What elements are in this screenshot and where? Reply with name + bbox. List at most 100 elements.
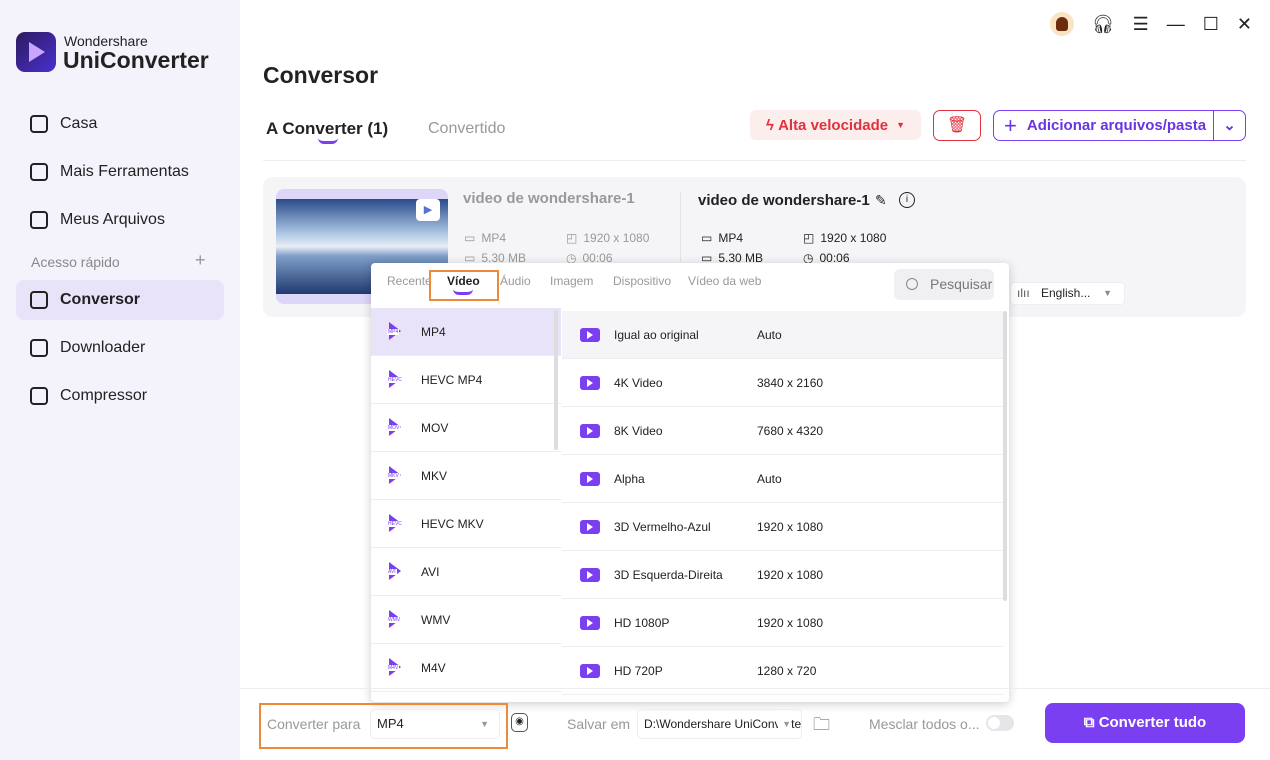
edit-icon[interactable]: ✎ xyxy=(875,192,887,209)
value: MP4 xyxy=(481,231,507,245)
format-picker-popup: Recente Vídeo Áudio Imagem Dispositivo Vídeo … xyxy=(371,263,1009,702)
format-item[interactable]: HEVC HEVC MP4 xyxy=(371,356,561,404)
nav-label: Meus Arquivos xyxy=(60,211,165,228)
add-quick-access-icon[interactable]: + xyxy=(195,250,206,271)
convert-to-value: MP4 xyxy=(377,716,404,731)
convert-all-button[interactable]: ⧉ Converter tudo xyxy=(1045,703,1245,743)
source-file-name: video de wondershare-1 xyxy=(463,190,635,207)
minimize-icon[interactable]: — xyxy=(1167,14,1185,35)
popup-tab[interactable]: Áudio xyxy=(500,274,531,288)
preset-list-scrollbar[interactable] xyxy=(1003,311,1007,601)
format-item[interactable]: MP4 MP4 xyxy=(371,308,561,356)
value: 1920 x 1080 xyxy=(583,231,650,245)
save-path-select[interactable]: D:\Wondershare UniConverter ▼ xyxy=(637,709,802,739)
popup-tab[interactable]: Recente xyxy=(387,274,432,288)
window-controls: 🎧︎ ☰ — ☐ ✕ xyxy=(1049,12,1252,36)
info-icon[interactable]: i xyxy=(899,192,915,208)
video-icon xyxy=(580,375,600,390)
video-icon xyxy=(580,423,600,438)
audio-track-select[interactable]: English... ılıı ▼ xyxy=(1010,282,1125,305)
format-label: MOV xyxy=(421,420,449,435)
convert-to-label: Converter para xyxy=(267,716,361,732)
settings-icon[interactable]: ◉ xyxy=(511,713,528,732)
delete-button[interactable]: 🗑︎ xyxy=(933,110,981,141)
format-label: MKV xyxy=(421,468,448,483)
format-item[interactable]: AVI AVI xyxy=(371,548,561,596)
format-item[interactable]: HEVC HEVC MKV xyxy=(371,500,561,548)
format-badge: WMV xyxy=(387,616,402,623)
avatar[interactable] xyxy=(1049,12,1074,36)
popup-tab[interactable]: Vídeo da web xyxy=(688,274,761,288)
video-icon xyxy=(580,567,600,582)
headset-icon[interactable]: 🎧︎ xyxy=(1092,14,1115,35)
format-item[interactable]: MKV MKV xyxy=(371,452,561,500)
format-item[interactable]: M4V M4V xyxy=(371,644,561,692)
target-file-name: video de wondershare-1 xyxy=(698,192,870,209)
sidebar-item-casa[interactable]: Casa xyxy=(16,104,224,144)
files-icon xyxy=(30,211,48,229)
preset-item[interactable]: Alpha Auto xyxy=(562,455,1003,503)
home-icon xyxy=(30,115,48,133)
format-icon: MOV xyxy=(387,417,407,438)
converter-icon xyxy=(30,291,48,309)
format-icon: M4V xyxy=(387,657,407,678)
search-input[interactable]: Pesquisar xyxy=(894,269,994,300)
format-icon: AVI xyxy=(387,561,407,582)
maximize-icon[interactable]: ☐ xyxy=(1203,14,1219,35)
convert-all-label: Converter tudo xyxy=(1098,714,1207,731)
sidebar-item-meus-arquivos[interactable]: Meus Arquivos xyxy=(16,200,224,240)
sidebar-item-downloader[interactable]: Downloader xyxy=(16,328,224,368)
preset-item[interactable]: HD 1080P 1920 x 1080 xyxy=(562,599,1003,647)
caret-down-icon: ▼ xyxy=(1103,288,1112,298)
sidebar-item-conversor[interactable]: Conversor xyxy=(16,280,224,320)
tab-convertido[interactable]: Convertido xyxy=(428,120,505,138)
popup-tab[interactable]: Imagem xyxy=(550,274,593,288)
format-list-scrollbar[interactable] xyxy=(554,310,558,450)
high-speed-button[interactable]: ϟ Alta velocidade ▼ xyxy=(750,110,921,140)
sidebar-item-mais-ferramentas[interactable]: Mais Ferramentas xyxy=(16,152,224,192)
format-label: MP4 xyxy=(421,324,446,339)
nav-label: Casa xyxy=(60,115,98,132)
preset-item[interactable]: 3D Vermelho-Azul 1920 x 1080 xyxy=(562,503,1003,551)
target-resolution: ◰ 1920 x 1080 xyxy=(803,231,886,245)
menu-icon[interactable]: ☰ xyxy=(1133,14,1149,35)
download-icon xyxy=(30,339,48,357)
format-item[interactable]: WMV WMV xyxy=(371,596,561,644)
preset-name: 8K Video xyxy=(614,423,663,438)
save-to-label: Salvar em xyxy=(567,716,631,732)
target-format: ▭ MP4 xyxy=(701,231,743,245)
preset-name: 3D Esquerda-Direita xyxy=(614,567,723,582)
preset-name: HD 720P xyxy=(614,663,663,678)
format-icon: MP4 xyxy=(387,321,407,342)
popup-tab[interactable]: Dispositivo xyxy=(613,274,671,288)
preset-item[interactable]: 4K Video 3840 x 2160 xyxy=(562,359,1003,407)
video-icon xyxy=(580,519,600,534)
tab-a-converter[interactable]: A Converter (1) xyxy=(266,119,388,139)
format-icon: WMV xyxy=(387,609,407,630)
preset-name: 3D Vermelho-Azul xyxy=(614,519,711,534)
convert-to-select[interactable]: MP4 ▼ xyxy=(370,709,500,739)
caret-down-icon: ▼ xyxy=(896,120,906,130)
play-icon[interactable]: ▶ xyxy=(416,199,440,221)
format-icon: HEVC xyxy=(387,513,407,534)
merge-toggle[interactable] xyxy=(986,715,1014,731)
preset-resolution: Auto xyxy=(757,327,782,342)
folder-icon[interactable]: 🗀 xyxy=(813,712,830,741)
chevron-down-icon[interactable]: ⌄ xyxy=(1213,111,1245,140)
format-label: HEVC MKV xyxy=(421,516,484,531)
format-badge: AVI xyxy=(387,568,397,575)
format-item[interactable]: MOV MOV xyxy=(371,404,561,452)
caret-down-icon: ▼ xyxy=(778,710,791,738)
preset-item[interactable]: 8K Video 7680 x 4320 xyxy=(562,407,1003,455)
add-files-button[interactable]: + Adicionar arquivos/pasta ⌄ xyxy=(993,110,1246,141)
preset-item[interactable]: Igual ao original Auto xyxy=(562,311,1003,359)
plus-icon: + xyxy=(1004,112,1017,138)
toolbox-icon xyxy=(30,163,48,181)
source-resolution: ◰ 1920 x 1080 xyxy=(566,231,649,245)
sidebar-item-compressor[interactable]: Compressor xyxy=(16,376,224,416)
preset-item[interactable]: 3D Esquerda-Direita 1920 x 1080 xyxy=(562,551,1003,599)
close-icon[interactable]: ✕ xyxy=(1237,14,1252,35)
preset-name: 4K Video xyxy=(614,375,663,390)
audio-track-value: English... xyxy=(1041,286,1091,300)
tab-underline xyxy=(318,138,338,144)
